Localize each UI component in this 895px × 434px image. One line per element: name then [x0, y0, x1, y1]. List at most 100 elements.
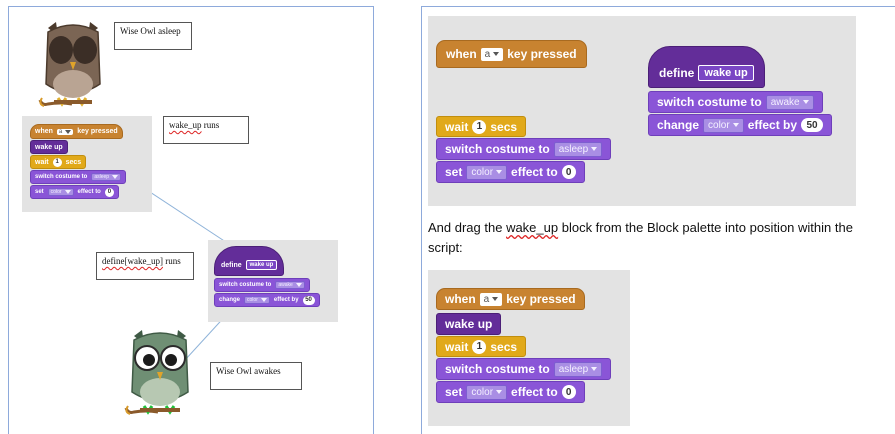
bottom-set-effect-block[interactable]: set color effect to 0	[436, 381, 585, 403]
effect-number-r[interactable]: 0	[561, 165, 576, 179]
wait-number-r[interactable]: 1	[472, 119, 487, 134]
left-define-switch-block[interactable]: switch costume to awake	[214, 278, 310, 292]
key-pressed-label: key pressed	[77, 128, 118, 135]
effect-value-b: color	[471, 386, 494, 398]
costume-value-r: asleep	[558, 143, 589, 155]
effect-value-r: color	[471, 166, 494, 178]
wake-up-label: wake up	[35, 143, 63, 151]
instruction-after: block from the Block palette into positi…	[558, 220, 853, 235]
when-label: when	[35, 128, 53, 135]
key-value-r: a	[484, 48, 491, 60]
left-wait-block[interactable]: wait 1 secs	[30, 155, 87, 169]
costume-dropdown-2[interactable]: awake	[275, 281, 305, 289]
note-owl-awakes-text: Wise Owl awakes	[216, 366, 281, 376]
effect-dropdown-r2[interactable]: color	[703, 117, 744, 133]
set-label: set	[35, 189, 44, 195]
wake-up-label-b: wake up	[445, 317, 493, 331]
key-dropdown-b[interactable]: a	[479, 292, 503, 306]
effect-number[interactable]: 0	[104, 187, 114, 197]
key-pressed-label-b: key pressed	[506, 292, 576, 306]
right-define-block[interactable]: define wake up	[648, 46, 765, 88]
note-owl-awakes: Wise Owl awakes	[210, 362, 302, 390]
effect-by-number[interactable]: 50	[302, 295, 315, 305]
define-label-r: define	[659, 66, 695, 80]
key-dropdown-r[interactable]: a	[480, 47, 504, 61]
set-label-b: set	[445, 385, 463, 399]
key-value-b: a	[483, 293, 490, 305]
secs-label: secs	[65, 158, 82, 166]
effect-value-2: color	[247, 297, 258, 303]
key-value: a	[58, 128, 63, 135]
note-wake-up-fn: wake_up	[169, 120, 202, 130]
bottom-switch-costume-block[interactable]: switch costume to asleep	[436, 358, 612, 380]
when-label-b: when	[445, 292, 476, 306]
left-define-block[interactable]: define wake up	[214, 246, 285, 276]
effect-number-b[interactable]: 0	[561, 385, 576, 399]
define-name-label-r: wake up	[698, 65, 754, 81]
key-pressed-label-r: key pressed	[507, 47, 577, 61]
effect-dropdown-r[interactable]: color	[466, 164, 508, 180]
note-define-fn: define[wake_up]	[102, 256, 163, 266]
right-wait-block[interactable]: wait 1 secs	[436, 116, 527, 137]
effect-dropdown-b[interactable]: color	[466, 384, 508, 400]
instruction-before: And drag the	[428, 220, 507, 235]
effect-to-label-b: effect to	[511, 385, 558, 399]
left-when-key-pressed-block[interactable]: when a key pressed	[30, 124, 123, 139]
wait-number-b[interactable]: 1	[472, 339, 487, 354]
effect-by-number-r[interactable]: 50	[801, 118, 824, 132]
note-wake-up-runs: wake_up runs	[163, 116, 249, 144]
switch-costume-label-b: switch costume to	[445, 362, 550, 376]
secs-label-b: secs	[490, 339, 518, 354]
owl-awake-icon	[124, 330, 189, 415]
effect-by-label: effect by	[273, 297, 299, 303]
secs-label-r: secs	[490, 119, 518, 134]
right-when-key-pressed-block[interactable]: when a key pressed	[436, 40, 587, 68]
key-dropdown[interactable]: a	[56, 128, 74, 135]
switch-costume-label: switch costume to	[35, 174, 88, 180]
left-define-change-block[interactable]: change color effect by 50	[214, 293, 320, 307]
effect-to-label: effect to	[77, 189, 101, 195]
costume-value-b: asleep	[558, 363, 589, 375]
right-define-switch-block[interactable]: switch costume to awake	[648, 91, 823, 113]
switch-costume-label-r2: switch costume to	[657, 95, 762, 109]
note-define-rest: runs	[162, 256, 181, 266]
define-label: define	[221, 261, 242, 269]
costume-value-2: awake	[278, 282, 293, 288]
effect-value: color	[50, 189, 62, 195]
left-switch-costume-block[interactable]: switch costume to asleep	[30, 170, 127, 184]
effect-by-label-r: effect by	[747, 118, 798, 132]
note-define-runs: define[wake_up] runs	[96, 252, 194, 280]
bottom-wait-block[interactable]: wait 1 secs	[436, 336, 527, 357]
switch-costume-label-r: switch costume to	[445, 142, 550, 156]
change-label: change	[219, 297, 241, 303]
wait-number[interactable]: 1	[52, 157, 62, 167]
bottom-when-key-pressed-block[interactable]: when a key pressed	[436, 288, 585, 310]
right-switch-costume-block[interactable]: switch costume to asleep	[436, 138, 612, 160]
left-set-effect-block[interactable]: set color effect to 0	[30, 185, 119, 199]
effect-dropdown-2[interactable]: color	[244, 296, 270, 304]
costume-dropdown-b[interactable]: asleep	[553, 361, 603, 377]
define-name-label: wake up	[245, 260, 278, 270]
costume-value: asleep	[94, 174, 110, 180]
costume-dropdown-r2[interactable]: awake	[765, 94, 814, 110]
effect-to-label-r: effect to	[511, 165, 558, 179]
instruction-line2: script:	[428, 240, 463, 255]
note-wake-up-rest: runs	[201, 120, 220, 130]
costume-dropdown-r[interactable]: asleep	[553, 141, 603, 157]
bottom-wake-up-block[interactable]: wake up	[436, 313, 502, 335]
costume-dropdown[interactable]: asleep	[91, 173, 122, 181]
note-owl-asleep: Wise Owl asleep	[114, 22, 192, 50]
effect-dropdown[interactable]: color	[47, 188, 74, 196]
right-set-effect-block[interactable]: set color effect to 0	[436, 161, 585, 183]
set-label-r: set	[445, 165, 463, 179]
instruction-fn: wake_up	[506, 220, 559, 235]
when-label-r: when	[446, 47, 477, 61]
costume-value-r2: awake	[770, 96, 800, 108]
change-label-r: change	[657, 118, 700, 132]
wait-label-b: wait	[445, 339, 469, 354]
right-define-change-block[interactable]: change color effect by 50	[648, 114, 833, 136]
instruction-text: And drag the wake_up block from the Bloc…	[428, 218, 895, 258]
left-wake-up-block[interactable]: wake up	[30, 140, 68, 154]
effect-value-r2: color	[708, 119, 730, 131]
wait-label-r: wait	[445, 119, 469, 134]
